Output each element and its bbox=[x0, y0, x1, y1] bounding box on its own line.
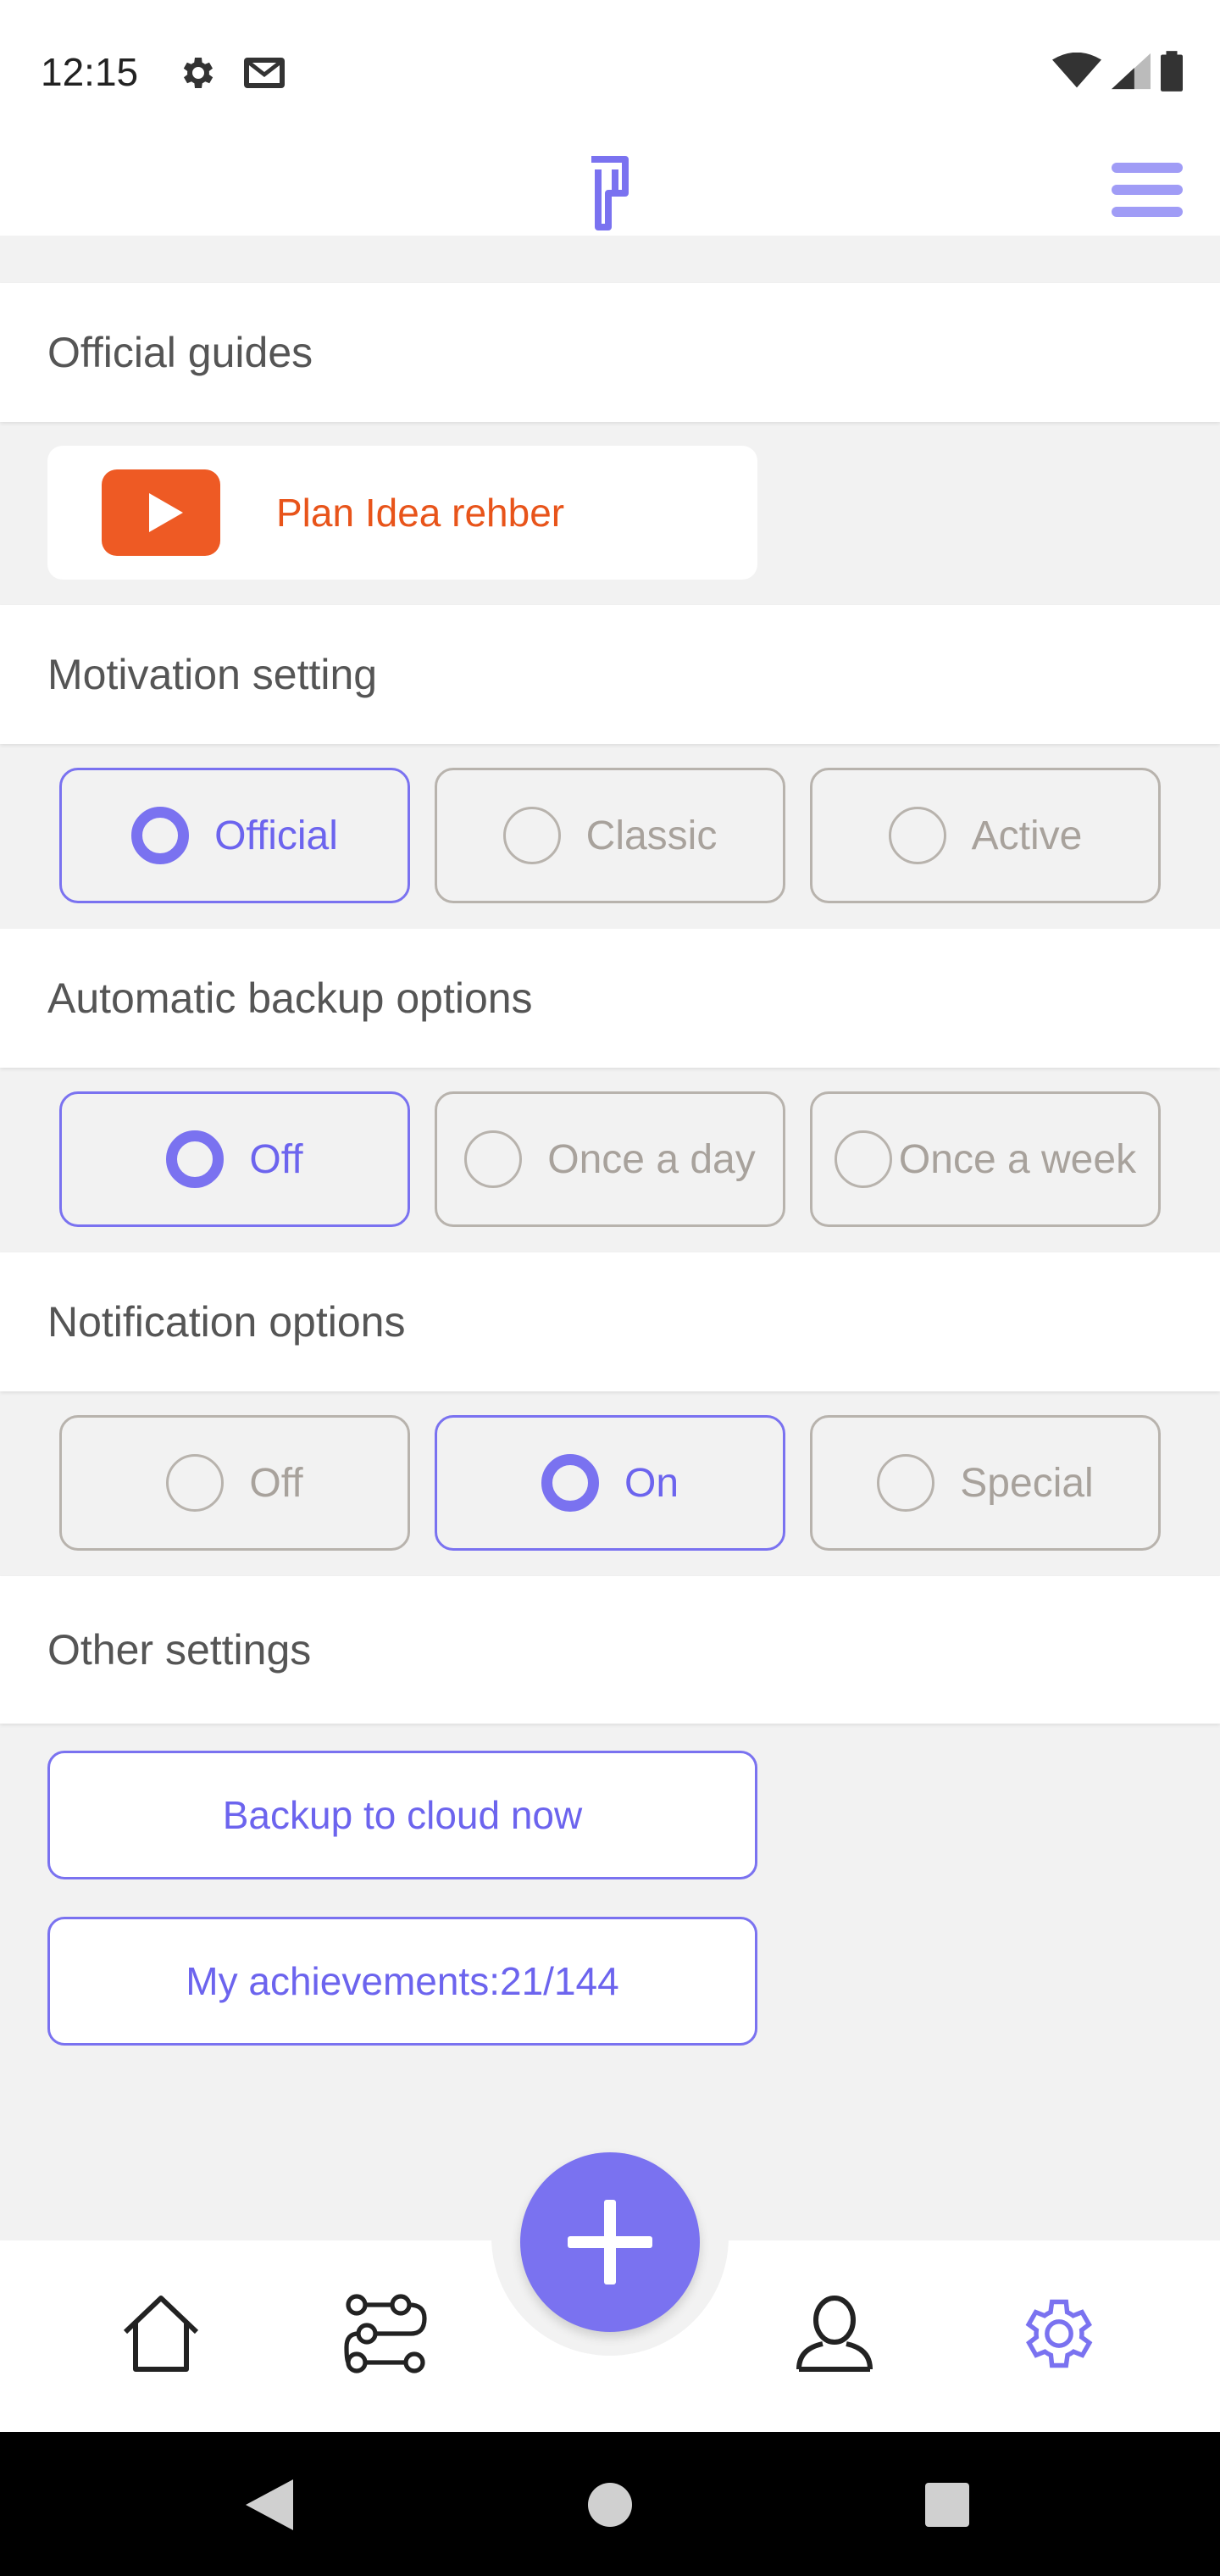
plan-idea-logo[interactable] bbox=[585, 153, 635, 234]
section-official-guides: Official guides bbox=[0, 283, 1220, 422]
section-other-settings: Other settings bbox=[0, 1576, 1220, 1724]
option-label: Once a week bbox=[898, 1136, 1137, 1182]
youtube-play-icon bbox=[102, 469, 220, 556]
radio-unselected-icon bbox=[888, 807, 946, 864]
motivation-option-official[interactable]: Official bbox=[59, 768, 410, 903]
recents-icon[interactable] bbox=[925, 2483, 969, 2527]
status-icons-left bbox=[178, 53, 288, 93]
back-icon[interactable] bbox=[246, 2479, 293, 2530]
routes-icon[interactable] bbox=[343, 2291, 428, 2376]
section-title: Other settings bbox=[47, 1626, 312, 1674]
motivation-options: Official Classic Active bbox=[59, 768, 1161, 903]
add-button[interactable] bbox=[520, 2152, 700, 2332]
my-achievements-button[interactable]: My achievements:21/144 bbox=[47, 1917, 757, 2046]
button-label: My achievements:21/144 bbox=[186, 1959, 619, 2003]
option-label: Classic bbox=[585, 813, 718, 858]
profile-icon[interactable] bbox=[792, 2291, 877, 2376]
radio-selected-icon bbox=[541, 1454, 599, 1512]
hamburger-menu-icon[interactable] bbox=[1112, 159, 1183, 220]
option-label: Off bbox=[249, 1460, 303, 1506]
home-circle-icon[interactable] bbox=[588, 2483, 632, 2527]
system-nav-bar bbox=[0, 2432, 1220, 2576]
button-label: Backup to cloud now bbox=[222, 1793, 583, 1837]
option-label: On bbox=[624, 1460, 679, 1506]
radio-unselected-icon bbox=[464, 1130, 523, 1188]
option-label: Off bbox=[249, 1136, 303, 1182]
radio-selected-icon bbox=[131, 807, 190, 864]
status-bar: 12:15 bbox=[0, 0, 1220, 144]
option-label: Special bbox=[960, 1460, 1094, 1506]
home-icon[interactable] bbox=[119, 2291, 203, 2376]
section-motivation-setting: Motivation setting bbox=[0, 605, 1220, 744]
section-title: Motivation setting bbox=[47, 651, 378, 698]
section-title: Automatic backup options bbox=[47, 974, 533, 1022]
backup-to-cloud-button[interactable]: Backup to cloud now bbox=[47, 1751, 757, 1879]
radio-unselected-icon bbox=[877, 1454, 935, 1512]
gmail-icon bbox=[244, 58, 285, 88]
section-notification-options: Notification options bbox=[0, 1252, 1220, 1391]
option-label: Official bbox=[214, 813, 338, 858]
backup-option-off[interactable]: Off bbox=[59, 1091, 410, 1227]
battery-icon bbox=[1161, 51, 1183, 92]
radio-unselected-icon bbox=[166, 1454, 225, 1512]
motivation-option-classic[interactable]: Classic bbox=[435, 768, 785, 903]
option-label: Once a day bbox=[547, 1136, 756, 1182]
radio-unselected-icon bbox=[502, 807, 561, 864]
motivation-option-active[interactable]: Active bbox=[810, 768, 1161, 903]
backup-options: Off Once a day Once a week bbox=[59, 1091, 1161, 1227]
menu-line bbox=[1112, 163, 1183, 173]
signal-icon bbox=[1112, 53, 1151, 90]
guide-video-card[interactable]: Plan Idea rehber bbox=[47, 446, 757, 580]
option-label: Active bbox=[971, 813, 1083, 858]
settings-icon[interactable] bbox=[1017, 2291, 1101, 2376]
notification-option-special[interactable]: Special bbox=[810, 1415, 1161, 1551]
gear-icon bbox=[183, 58, 214, 88]
guide-label: Plan Idea rehber bbox=[276, 491, 565, 535]
section-title: Official guides bbox=[47, 329, 313, 376]
wifi-icon bbox=[1052, 53, 1101, 88]
status-icons-right bbox=[1052, 51, 1183, 92]
notification-options: Off On Special bbox=[59, 1415, 1161, 1551]
section-title: Notification options bbox=[47, 1298, 406, 1346]
status-time: 12:15 bbox=[41, 50, 139, 94]
backup-option-once-a-day[interactable]: Once a day bbox=[435, 1091, 785, 1227]
backup-option-once-a-week[interactable]: Once a week bbox=[810, 1091, 1161, 1227]
notification-option-on[interactable]: On bbox=[435, 1415, 785, 1551]
section-automatic-backup: Automatic backup options bbox=[0, 929, 1220, 1068]
radio-unselected-icon bbox=[834, 1130, 892, 1188]
menu-line bbox=[1112, 185, 1183, 195]
menu-line bbox=[1112, 207, 1183, 217]
app-header bbox=[0, 144, 1220, 236]
radio-selected-icon bbox=[166, 1130, 225, 1188]
notification-option-off[interactable]: Off bbox=[59, 1415, 410, 1551]
